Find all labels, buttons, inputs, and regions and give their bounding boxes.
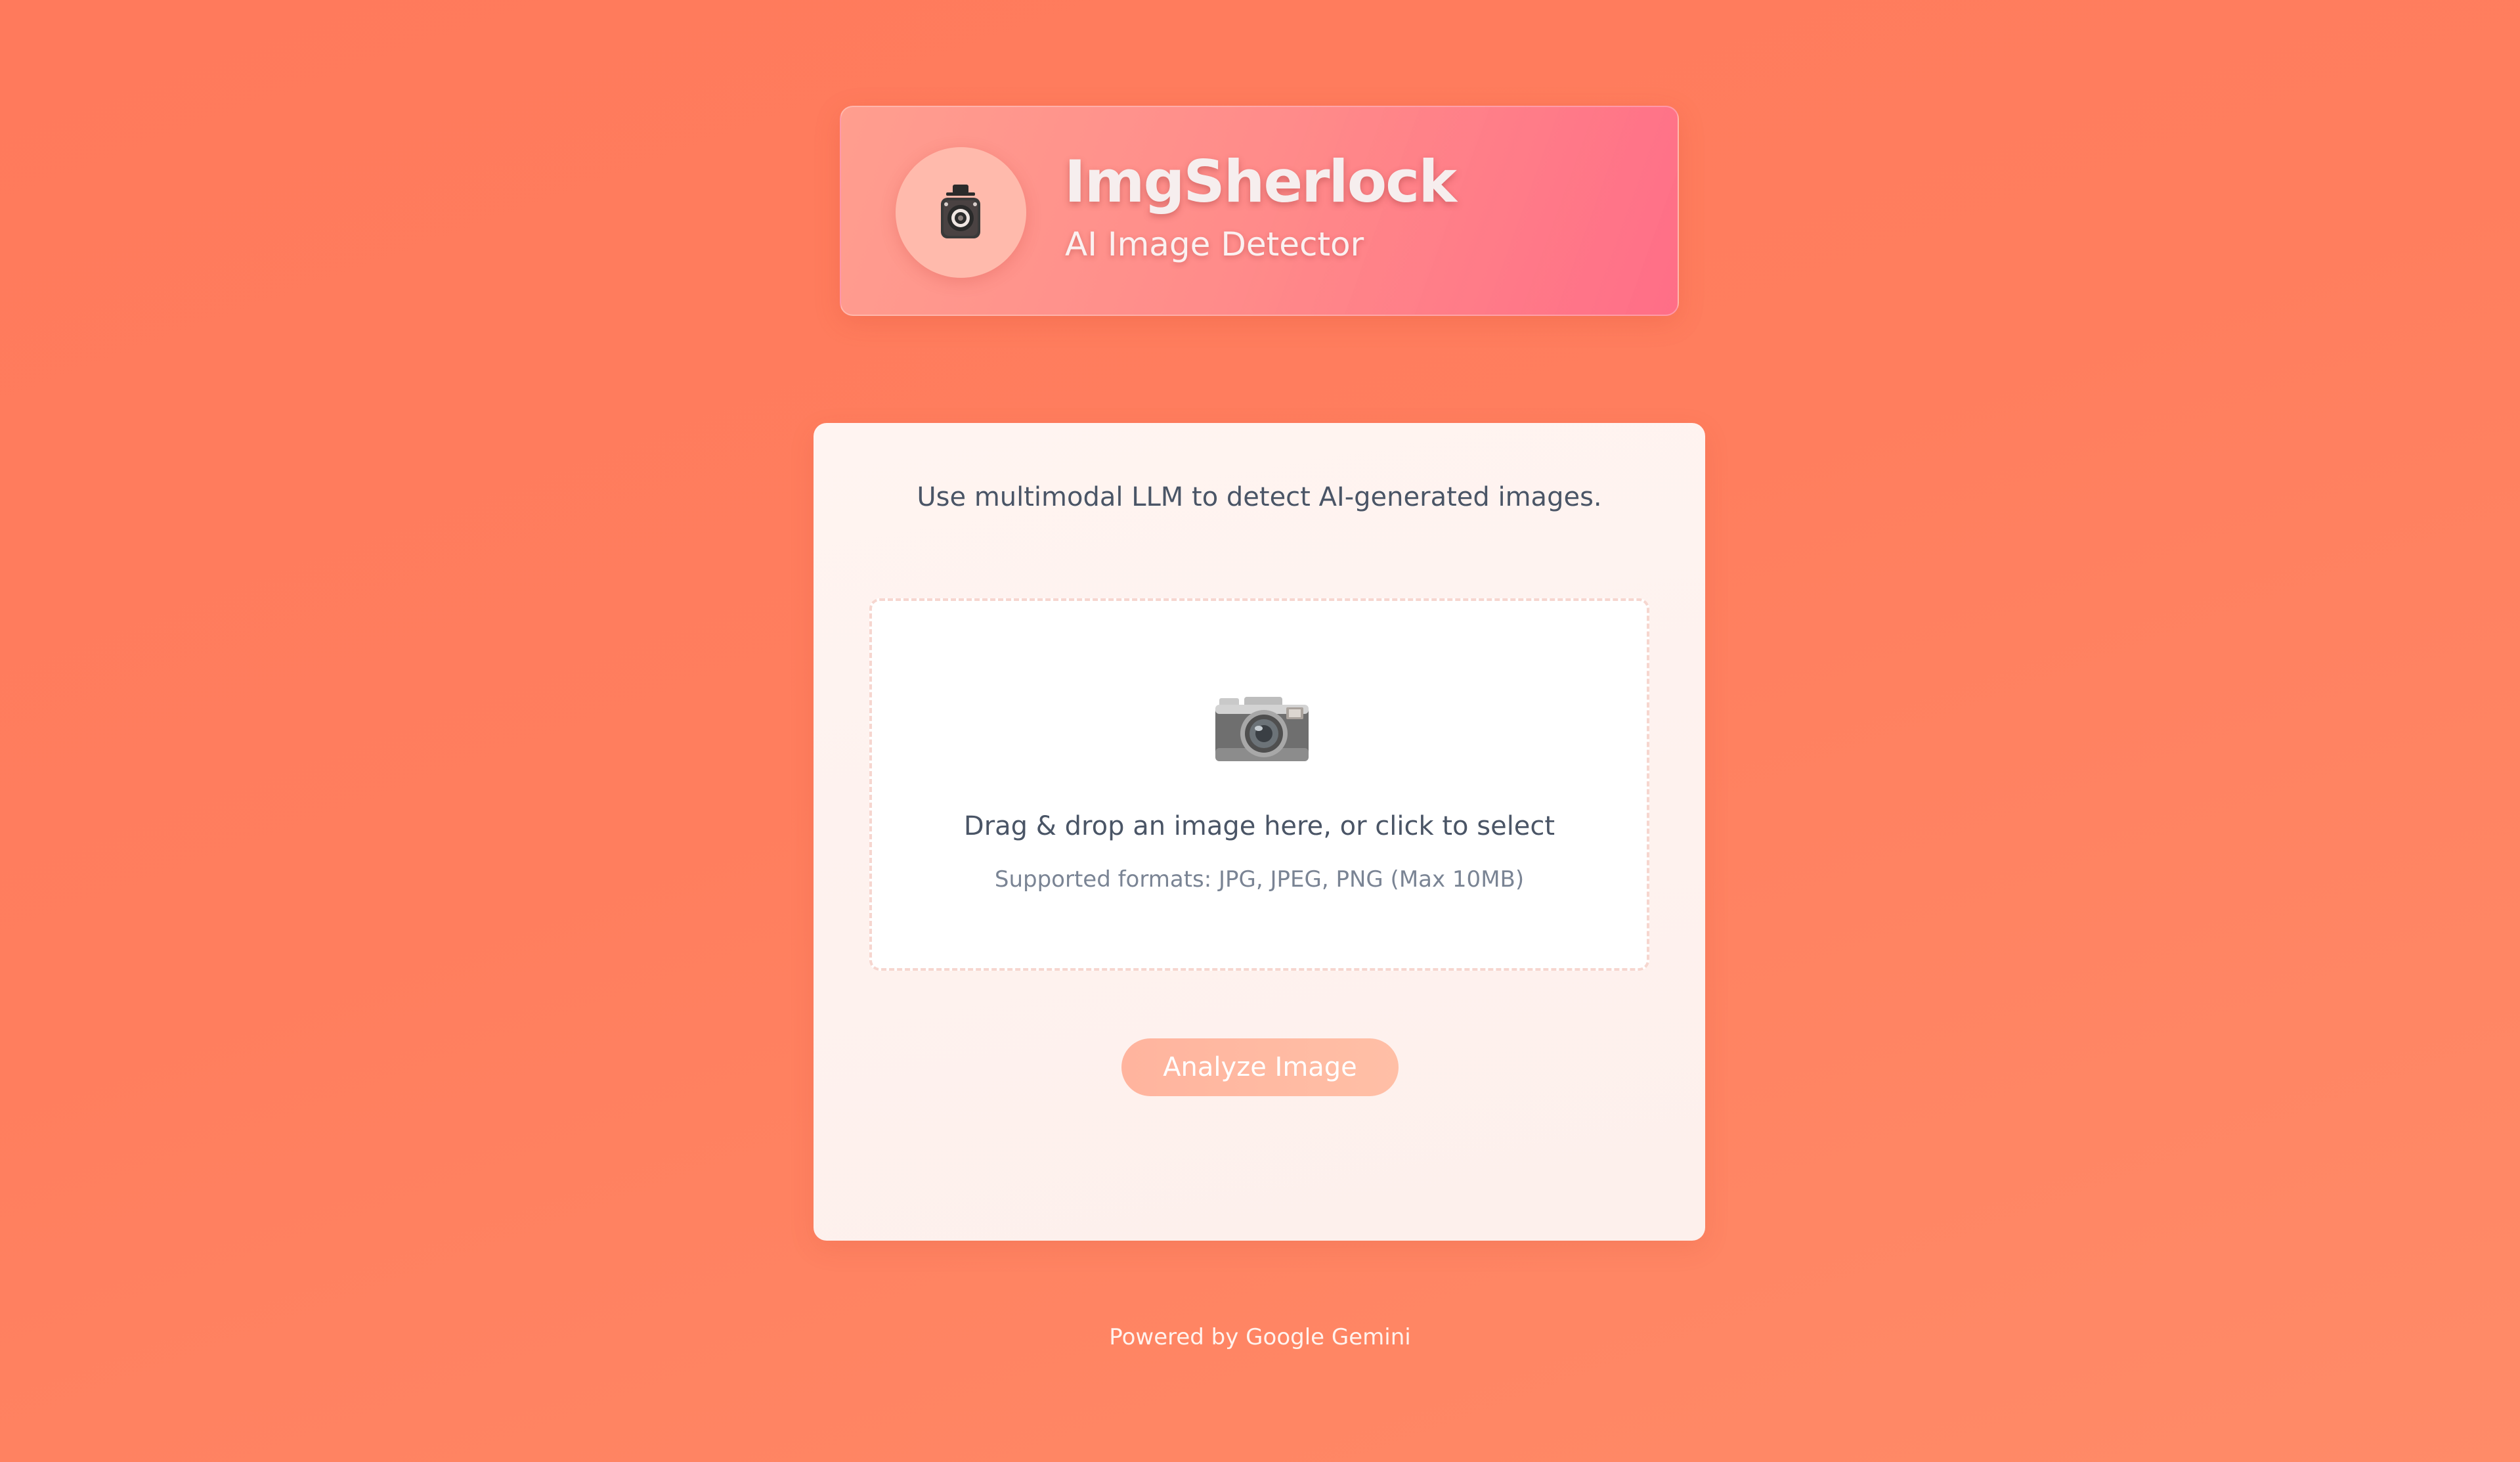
app-title: ImgSherlock: [1064, 148, 1457, 215]
app-header: ImgSherlock AI Image Detector: [840, 106, 1679, 316]
main-card: Use multimodal LLM to detect AI-generate…: [814, 423, 1705, 1241]
logo: [896, 147, 1026, 278]
intro-text: Use multimodal LLM to detect AI-generate…: [917, 482, 1602, 512]
dropzone-format-hint: Supported formats: JPG, JPEG, PNG (Max 1…: [994, 866, 1525, 893]
footer-credit: Powered by Google Gemini: [1109, 1324, 1411, 1350]
camera-icon: [1215, 697, 1309, 761]
app-subtitle: AI Image Detector: [1065, 225, 1364, 263]
analyze-image-button[interactable]: Analyze Image: [1121, 1038, 1399, 1096]
detective-camera-icon: [941, 185, 980, 238]
dropzone-instructions: Drag & drop an image here, or click to s…: [963, 811, 1555, 841]
image-dropzone[interactable]: Drag & drop an image here, or click to s…: [869, 598, 1649, 971]
